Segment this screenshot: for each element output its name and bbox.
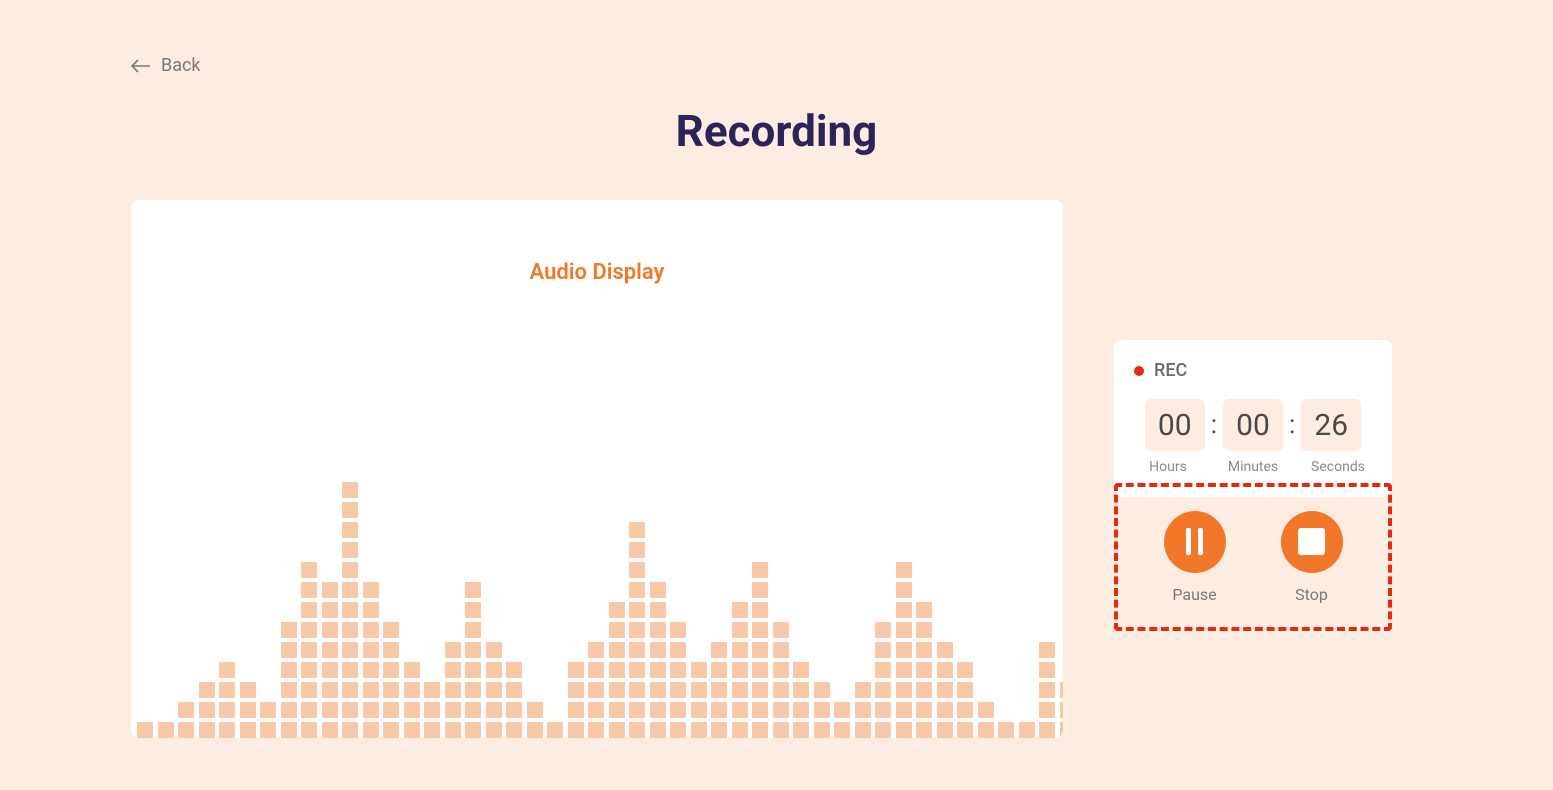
equalizer-bar [855,682,871,738]
equalizer-bar [486,642,502,738]
equalizer-bar [547,722,563,738]
stop-control: Stop [1281,511,1343,604]
equalizer-bar [875,622,891,738]
equalizer-bar [1060,682,1064,738]
recording-status-label: REC [1154,360,1187,381]
stop-button[interactable] [1281,511,1343,573]
equalizer-bar [916,602,932,738]
equalizer-bar [793,662,809,738]
equalizer-bar [691,662,707,738]
audio-display-panel: Audio Display [131,200,1063,738]
equalizer-bar [445,642,461,738]
equalizer-bar [814,682,830,738]
timer-seconds: 26 [1301,399,1361,451]
audio-equalizer [137,482,1057,738]
equalizer-bar [260,702,276,738]
equalizer-bar [937,642,953,738]
stop-icon [1298,528,1325,555]
equalizer-bar [363,582,379,738]
back-label: Back [161,55,201,76]
equalizer-bar [588,642,604,738]
recording-timer-panel: REC 00 : 00 : 26 Hours Minutes Seconds [1114,340,1392,497]
arrow-left-icon [131,59,151,73]
pause-control: Pause [1164,511,1226,604]
equalizer-bar [219,662,235,738]
hours-label: Hours [1138,459,1198,475]
equalizer-bar [301,562,317,738]
equalizer-bar [568,662,584,738]
seconds-label: Seconds [1308,459,1368,475]
controls-panel-highlight: Pause Stop [1114,483,1392,631]
equalizer-bar [1039,642,1055,738]
equalizer-bar [342,482,358,738]
timer-unit-labels: Hours Minutes Seconds [1134,459,1372,475]
pause-button[interactable] [1164,511,1226,573]
audio-display-label: Audio Display [530,260,665,285]
equalizer-bar [178,702,194,738]
equalizer-bar [281,622,297,738]
equalizer-bar [629,522,645,738]
equalizer-bar [896,562,912,738]
equalizer-bar [998,722,1014,738]
equalizer-bar [465,582,481,738]
equalizer-bar [650,582,666,738]
equalizer-bar [506,662,522,738]
equalizer-bar [609,602,625,738]
equalizer-bar [752,562,768,738]
timer-separator: : [1289,410,1295,440]
recording-dot-icon [1134,366,1144,376]
equalizer-bar [383,622,399,738]
stop-label: Stop [1295,585,1328,604]
equalizer-bar [240,682,256,738]
equalizer-bar [158,722,174,738]
equalizer-bar [424,682,440,738]
minutes-label: Minutes [1223,459,1283,475]
back-link[interactable]: Back [131,55,201,76]
equalizer-bar [834,702,850,738]
page-title: Recording [676,105,878,157]
equalizer-bar [137,722,153,738]
timer-minutes: 00 [1223,399,1283,451]
equalizer-bar [978,702,994,738]
equalizer-bar [1019,722,1035,738]
equalizer-bar [527,702,543,738]
equalizer-bar [773,622,789,738]
equalizer-bar [957,662,973,738]
pause-icon [1186,528,1203,555]
equalizer-bar [322,582,338,738]
equalizer-bar [732,602,748,738]
equalizer-bar [404,662,420,738]
timer-display: 00 : 00 : 26 [1134,399,1372,451]
equalizer-bar [199,682,215,738]
recording-status: REC [1134,360,1372,381]
equalizer-bar [670,622,686,738]
equalizer-bar [711,642,727,738]
timer-hours: 00 [1145,399,1205,451]
pause-label: Pause [1172,585,1216,604]
timer-separator: : [1211,410,1217,440]
